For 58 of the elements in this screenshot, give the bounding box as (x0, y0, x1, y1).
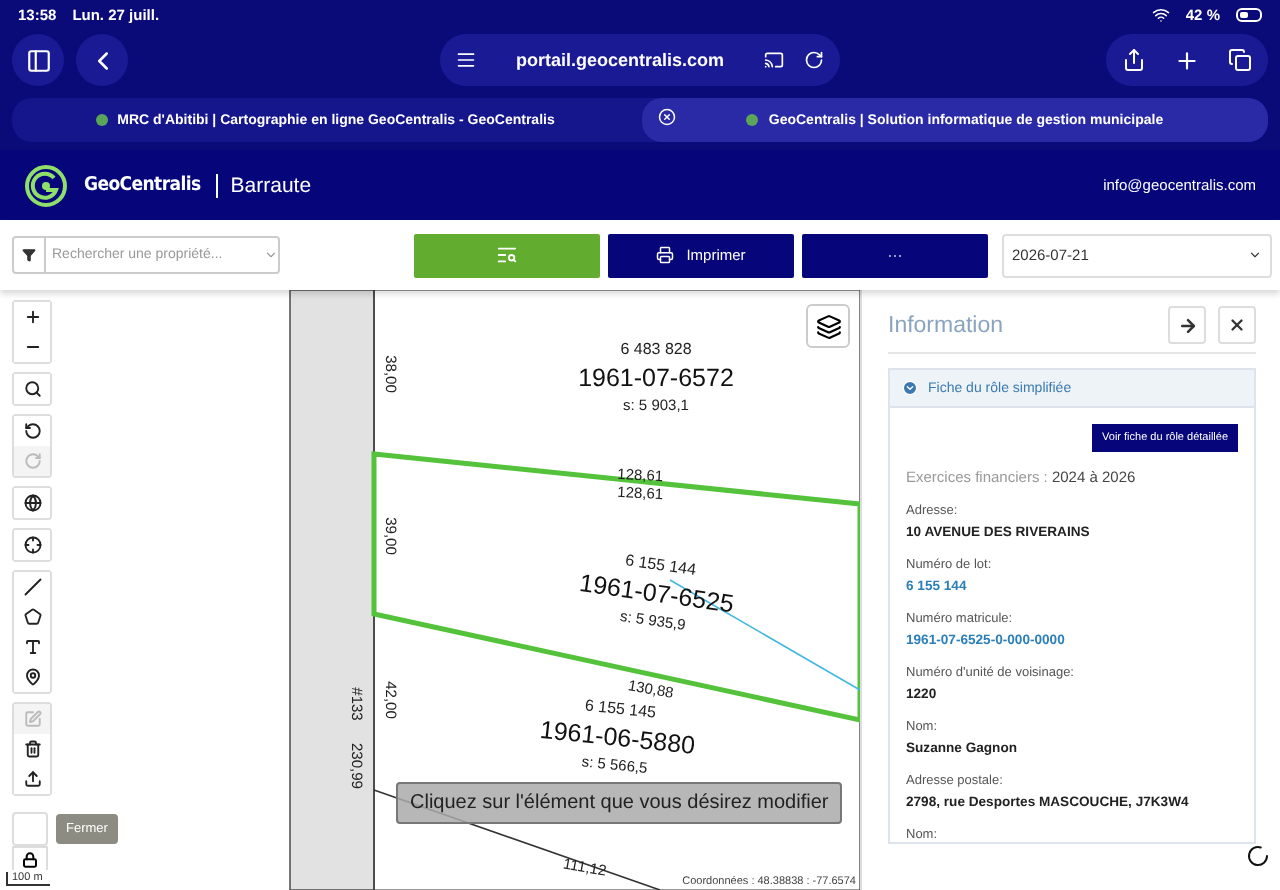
redo-icon (23, 452, 41, 470)
reload-icon (804, 50, 824, 70)
close-icon (1228, 316, 1246, 334)
tabs-icon[interactable] (1228, 48, 1252, 72)
favicon (746, 114, 759, 126)
crosshair-icon (23, 536, 41, 554)
battery-icon (1236, 8, 1262, 22)
filter-icon (22, 248, 36, 262)
layers-button[interactable] (806, 304, 850, 348)
logo-text: GeoCentralis (84, 174, 201, 196)
zoom-in-icon (23, 308, 41, 326)
chevron-icon (902, 380, 918, 396)
search-icon (23, 380, 41, 398)
pin-icon (23, 668, 41, 686)
page-menu-icon (456, 50, 476, 70)
search-list-button[interactable] (414, 233, 600, 277)
wifi-icon (1151, 6, 1170, 24)
caret-icon (1248, 248, 1262, 262)
undo-icon (23, 422, 41, 440)
pentagon-icon (23, 608, 41, 626)
map[interactable] (0, 290, 860, 890)
printer-icon (656, 246, 675, 264)
close-tab-icon[interactable] (658, 108, 676, 126)
address-bar[interactable]: portail.geocentralis.com (440, 34, 840, 86)
text-icon (23, 638, 41, 656)
map-tool-button[interactable] (12, 846, 48, 870)
close-button[interactable] (1218, 306, 1256, 344)
url-text: portail.geocentralis.com (513, 50, 727, 70)
map-tool-button[interactable] (14, 662, 50, 692)
favicon (95, 114, 108, 126)
map-tool-button[interactable] (14, 530, 50, 560)
panel-title: Information (888, 313, 1006, 337)
forward-button[interactable] (1168, 306, 1206, 344)
list-search-icon (496, 244, 518, 266)
parcel-number: 1961-07-6572 (578, 364, 734, 392)
municipality-name: Barraute (216, 173, 312, 197)
pen-icon (23, 710, 41, 728)
logo-icon (24, 163, 68, 207)
map-tool-button[interactable] (14, 572, 50, 602)
new-tab-icon[interactable] (1174, 47, 1200, 73)
lock-icon (22, 851, 38, 867)
lot-number: 6 155 144 (624, 551, 698, 579)
hint-tooltip: Cliquez sur l'élément que vous désirez modifier (396, 782, 843, 824)
map-tool-button[interactable] (14, 488, 50, 518)
sidebar-button[interactable] (12, 34, 64, 86)
line-icon (23, 578, 41, 596)
caret-icon (264, 248, 278, 262)
layers-icon (815, 313, 841, 339)
map-tool-button[interactable] (14, 374, 50, 404)
upload-icon (23, 770, 41, 788)
spinner-icon (1246, 844, 1270, 868)
back-button[interactable] (76, 34, 128, 86)
share-icon[interactable] (1122, 48, 1146, 72)
trash-icon (23, 740, 41, 758)
globe-icon (23, 494, 41, 512)
arrow-icon (1177, 315, 1197, 335)
lot-number: 6 483 828 (620, 340, 692, 358)
sidebar-icon (25, 47, 51, 73)
